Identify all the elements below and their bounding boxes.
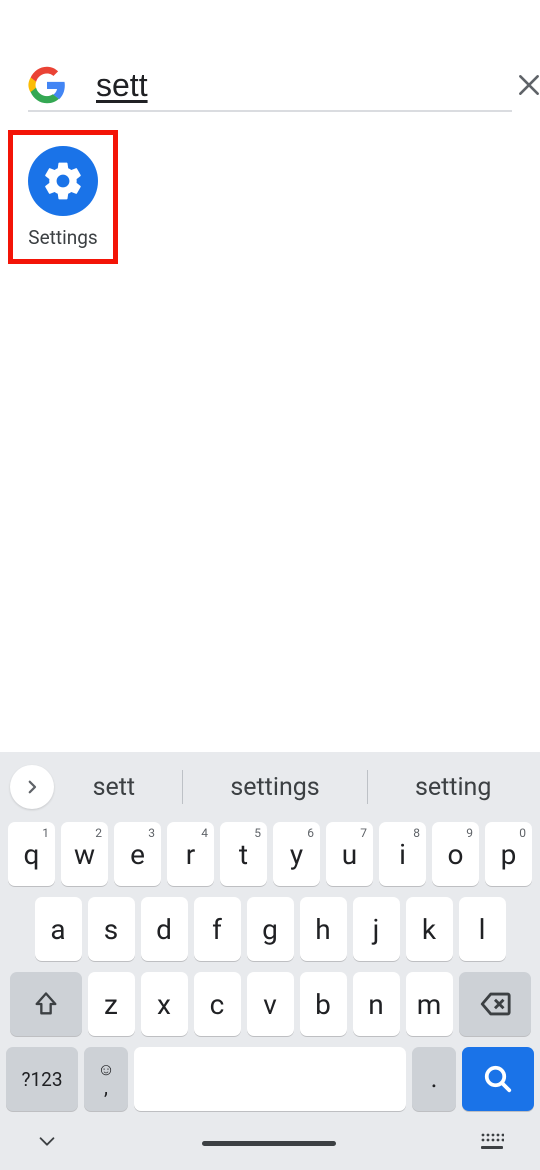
expand-suggestions-button[interactable] <box>10 765 54 809</box>
key-p[interactable]: p0 <box>485 822 532 886</box>
key-j[interactable]: j <box>353 897 400 961</box>
key-h[interactable]: h <box>300 897 347 961</box>
clear-button[interactable] <box>516 65 540 105</box>
search-input[interactable] <box>96 67 516 104</box>
keyboard-row-4: ?123 ☺, . <box>0 1047 540 1111</box>
suggestion-3[interactable]: setting <box>385 773 521 802</box>
suggestion-1[interactable]: sett <box>63 773 166 802</box>
keyboard-row-1: q1 w2 e3 r4 t5 y6 u7 i8 o9 p0 <box>0 822 540 886</box>
key-t[interactable]: t5 <box>220 822 267 886</box>
app-result-settings[interactable]: Settings <box>8 130 118 264</box>
keyboard-row-3: z x c v b n m <box>0 972 540 1036</box>
system-nav-bar <box>0 1116 540 1170</box>
key-period[interactable]: . <box>412 1047 456 1111</box>
keyboard: sett settings setting q1 w2 e3 r4 t5 y6 … <box>0 752 540 1170</box>
key-backspace[interactable] <box>459 972 531 1036</box>
key-v[interactable]: v <box>247 972 294 1036</box>
key-x[interactable]: x <box>141 972 188 1036</box>
key-l[interactable]: l <box>459 897 506 961</box>
search-icon <box>483 1064 513 1094</box>
key-emoji[interactable]: ☺, <box>84 1047 128 1111</box>
key-e[interactable]: e3 <box>114 822 161 886</box>
shift-icon <box>32 990 60 1018</box>
separator <box>367 770 368 804</box>
key-k[interactable]: k <box>406 897 453 961</box>
key-search[interactable] <box>462 1047 534 1111</box>
backspace-icon <box>478 987 512 1021</box>
key-u[interactable]: u7 <box>326 822 373 886</box>
suggestion-row: sett settings setting <box>0 752 540 822</box>
key-shift[interactable] <box>10 972 82 1036</box>
search-bar <box>28 60 512 112</box>
suggestion-2[interactable]: settings <box>200 773 349 802</box>
key-w[interactable]: w2 <box>61 822 108 886</box>
close-icon <box>516 72 540 98</box>
app-result-label: Settings <box>28 226 97 249</box>
google-logo-icon <box>28 66 66 104</box>
key-o[interactable]: o9 <box>432 822 479 886</box>
key-b[interactable]: b <box>300 972 347 1036</box>
gear-icon <box>28 146 98 216</box>
key-space[interactable] <box>134 1047 406 1111</box>
separator <box>182 770 183 804</box>
key-m[interactable]: m <box>406 972 453 1036</box>
key-r[interactable]: r4 <box>167 822 214 886</box>
key-y[interactable]: y6 <box>273 822 320 886</box>
chevron-down-icon <box>36 1130 58 1152</box>
key-n[interactable]: n <box>353 972 400 1036</box>
nav-keyboard-switch[interactable] <box>480 1132 504 1154</box>
key-s[interactable]: s <box>88 897 135 961</box>
key-f[interactable]: f <box>194 897 241 961</box>
nav-home-pill[interactable] <box>202 1141 336 1146</box>
keyboard-row-2: a s d f g h j k l <box>0 897 540 961</box>
search-results: Settings <box>8 130 118 264</box>
key-i[interactable]: i8 <box>379 822 426 886</box>
key-c[interactable]: c <box>194 972 241 1036</box>
key-q[interactable]: q1 <box>8 822 55 886</box>
key-g[interactable]: g <box>247 897 294 961</box>
chevron-right-icon <box>23 778 41 796</box>
nav-collapse-keyboard[interactable] <box>36 1130 58 1156</box>
key-a[interactable]: a <box>35 897 82 961</box>
key-z[interactable]: z <box>88 972 135 1036</box>
key-d[interactable]: d <box>141 897 188 961</box>
key-symbols[interactable]: ?123 <box>6 1047 78 1111</box>
keyboard-icon <box>480 1132 504 1150</box>
